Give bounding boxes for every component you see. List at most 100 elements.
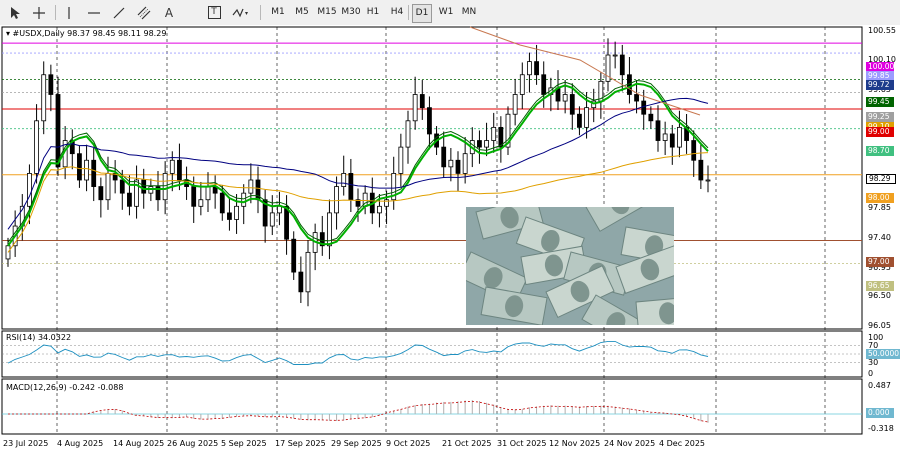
candle-body	[241, 192, 247, 207]
cursor-icon[interactable]	[6, 3, 24, 22]
horizontal-line-icon[interactable]	[85, 3, 103, 22]
candle-body	[634, 94, 639, 102]
x-axis-date: 14 Aug 2025	[113, 439, 165, 448]
candle-body	[269, 212, 275, 227]
trendline-icon[interactable]	[110, 3, 128, 22]
candle-body	[419, 94, 425, 109]
candle-body	[48, 74, 54, 95]
candle-body	[648, 113, 654, 122]
x-axis-date: 21 Oct 2025	[442, 439, 492, 448]
label-icon[interactable]: T	[205, 3, 223, 22]
toolbar-separator	[55, 5, 56, 20]
macd-title: MACD(12,26,9) -0.242 -0.088	[6, 383, 124, 392]
candle-body	[448, 159, 454, 168]
timeframe-h1[interactable]: H1	[364, 4, 382, 21]
timeframe-m5[interactable]: M5	[292, 4, 312, 21]
macd-tick: -0.318	[868, 424, 894, 433]
candle-body	[291, 238, 297, 273]
candle-body	[441, 146, 447, 168]
toolbar-separator	[260, 5, 261, 20]
candle-body	[162, 173, 168, 201]
x-axis-date: 12 Nov 2025	[549, 439, 601, 448]
timeframe-m30[interactable]: M30	[340, 4, 362, 21]
chart-window[interactable]	[0, 25, 900, 457]
candle-body	[105, 173, 111, 201]
timeframe-mn[interactable]: MN	[460, 4, 478, 21]
candle-body	[619, 54, 625, 76]
crosshair-icon[interactable]	[30, 3, 48, 22]
price-level-tag: 98.00	[866, 193, 894, 203]
toolbar: A T M1 M5 M15 M30 H1 H4 D1 W1 MN	[0, 0, 900, 26]
vertical-line-icon[interactable]	[60, 3, 78, 22]
candle-body	[484, 140, 489, 148]
timeframe-w1[interactable]: W1	[436, 4, 456, 21]
candle-body	[655, 120, 661, 141]
candle-body	[91, 159, 97, 187]
candle-body	[405, 120, 411, 148]
macd-level-tag: 0.000	[866, 408, 894, 418]
dollar-bills-image	[466, 207, 674, 325]
candle-body	[562, 94, 568, 102]
x-axis-date: 29 Sep 2025	[331, 439, 382, 448]
candle-body	[462, 153, 468, 174]
candle-body	[519, 74, 525, 95]
text-icon[interactable]: A	[160, 3, 178, 22]
candle-body	[641, 100, 647, 115]
x-axis-date: 4 Aug 2025	[57, 439, 104, 448]
rsi-level-tag: 50.0000	[866, 349, 900, 359]
candle-body	[569, 94, 575, 115]
candle-body	[77, 153, 82, 181]
y-axis-tick: 100.55	[868, 26, 896, 35]
timeframe-m1[interactable]: M1	[268, 4, 288, 21]
candle-body	[298, 271, 304, 293]
timeframe-m15[interactable]: M15	[316, 4, 338, 21]
candle-body	[491, 126, 497, 141]
y-axis-tick: 96.05	[868, 321, 891, 330]
label-tool-text: T	[207, 6, 221, 19]
x-axis-date: 5 Sep 2025	[221, 439, 267, 448]
rsi-tick: 0	[868, 369, 874, 378]
candle-body	[584, 107, 589, 128]
candle-body	[477, 140, 482, 148]
timeframe-d1[interactable]: D1	[412, 4, 432, 23]
candle-body	[577, 113, 582, 128]
candle-body	[34, 120, 39, 174]
price-level-tag: 99.72	[866, 80, 894, 90]
shapes-icon[interactable]	[230, 3, 252, 22]
rsi-title: RSI(14) 34.0322	[6, 333, 72, 342]
candle-body	[227, 212, 232, 220]
timeframe-h4[interactable]: H4	[388, 4, 406, 21]
toolbar-separator	[408, 5, 409, 20]
x-axis-date: 26 Aug 2025	[167, 439, 219, 448]
candle-body	[119, 179, 125, 194]
candle-body	[427, 107, 432, 135]
candle-body	[27, 173, 32, 207]
candle-body	[277, 205, 282, 214]
price-level-tag: 97.00	[866, 257, 894, 267]
candle-body	[612, 54, 618, 57]
candle-body	[705, 179, 711, 182]
candle-body	[398, 146, 404, 174]
candle-body	[205, 186, 211, 201]
x-axis-date: 24 Nov 2025	[604, 439, 656, 448]
candle-body	[141, 179, 147, 194]
candle-body	[169, 159, 175, 174]
price-level-tag: 98.29	[866, 174, 896, 184]
x-axis-date: 4 Dec 2025	[659, 439, 706, 448]
price-level-tag: 99.25	[866, 112, 894, 122]
x-axis-date: 9 Oct 2025	[386, 439, 431, 448]
candle-body	[177, 159, 182, 181]
macd-pane	[1, 378, 863, 435]
candle-body	[341, 173, 347, 187]
y-axis-tick: 97.85	[868, 203, 891, 212]
price-level-tag: 99.45	[866, 97, 894, 107]
price-chart-canvas[interactable]	[0, 25, 900, 457]
candle-body	[348, 173, 354, 201]
candle-body	[455, 159, 461, 174]
candle-body	[191, 186, 197, 207]
candle-body	[98, 186, 104, 201]
candle-body	[412, 94, 418, 122]
candle-body	[691, 140, 697, 161]
candle-body	[669, 133, 675, 148]
channel-icon[interactable]	[135, 3, 153, 22]
